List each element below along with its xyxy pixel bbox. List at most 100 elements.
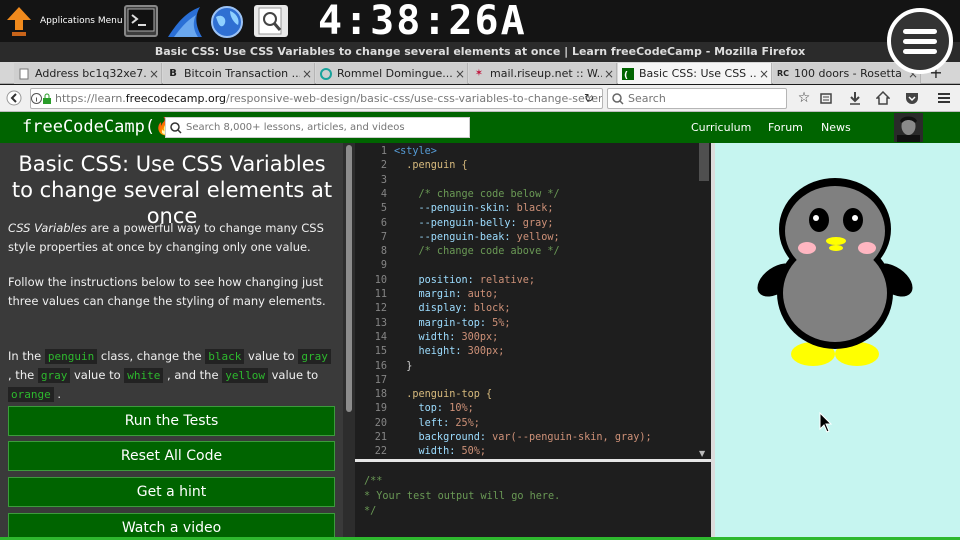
instr-text: value to <box>244 349 299 363</box>
code-line[interactable]: 15 height: 300px; <box>355 345 711 359</box>
close-icon[interactable]: × <box>453 67 467 81</box>
scroll-down-icon[interactable]: ▼ <box>699 449 705 458</box>
code-line[interactable]: 2 .penguin { <box>355 159 711 173</box>
globe-icon[interactable] <box>210 5 244 38</box>
fcc-search-box[interactable] <box>165 117 470 138</box>
code-line[interactable]: 13 margin-top: 5%; <box>355 317 711 331</box>
line-number: 18 <box>374 389 387 401</box>
tab-basic-css[interactable]: ( Basic CSS: Use CSS ... × <box>618 63 772 84</box>
reload-icon[interactable]: ↻ <box>580 89 598 107</box>
bookmark-star-icon[interactable]: ☆ <box>794 88 814 108</box>
code-penguin: penguin <box>44 349 98 364</box>
code-line[interactable]: 17 <box>355 374 711 388</box>
tab-bitcoin-transaction[interactable]: B Bitcoin Transaction ... × <box>163 63 315 84</box>
lesson-instructions: In the penguin class, change the black v… <box>8 347 338 404</box>
get-hint-button[interactable]: Get a hint <box>8 477 335 507</box>
close-icon[interactable]: × <box>602 67 616 81</box>
tab-address[interactable]: Address bc1q32xe7... × <box>14 63 162 84</box>
code-text: position: relative; <box>394 274 536 288</box>
instr-text: In the <box>8 349 45 363</box>
tab-rommel[interactable]: Rommel Domingue... × <box>316 63 468 84</box>
code-text: /* change code above */ <box>394 245 560 259</box>
code-line[interactable]: 16 } <box>355 360 711 374</box>
browser-menu-icon[interactable] <box>934 88 954 108</box>
search-files-icon[interactable] <box>254 5 288 37</box>
close-icon[interactable]: × <box>300 67 314 81</box>
url-path: /responsive-web-design/basic-css/use-css… <box>226 92 603 105</box>
riseup-star-icon: ✶ <box>474 68 484 79</box>
code-line[interactable]: 12 display: block; <box>355 302 711 316</box>
scrollbar-thumb[interactable] <box>699 143 709 181</box>
fcc-logo[interactable]: freeCodeCamp(🔥) <box>22 112 186 143</box>
code-line[interactable]: 19 top: 10%; <box>355 402 711 416</box>
line-number: 19 <box>374 403 387 415</box>
close-icon[interactable]: × <box>757 67 771 81</box>
code-token: /* change code above */ <box>394 246 560 258</box>
code-line[interactable]: 6 --penguin-belly: gray; <box>355 217 711 231</box>
line-number: 11 <box>374 289 387 300</box>
url-host: freecodecamp.org <box>125 92 227 105</box>
code-line[interactable]: 1 <style> <box>355 145 711 159</box>
intro-emphasis: CSS Variables <box>8 221 87 235</box>
search-input[interactable] <box>628 92 768 105</box>
run-tests-button[interactable]: Run the Tests <box>8 406 335 436</box>
browser-shark-icon[interactable] <box>166 5 202 37</box>
penguin-left-eye-shine <box>813 215 819 221</box>
tab-label: Rommel Domingue... <box>337 67 453 80</box>
scrollbar-thumb[interactable] <box>346 145 352 412</box>
code-line[interactable]: 8 /* change code above */ <box>355 245 711 259</box>
fcc-search-input[interactable] <box>186 122 466 133</box>
mouse-cursor-icon <box>819 411 833 434</box>
penguin-illustration <box>757 178 913 366</box>
reset-code-button[interactable]: Reset All Code <box>8 441 335 471</box>
code-gray: gray <box>298 349 331 364</box>
code-line[interactable]: 20 left: 25%; <box>355 417 711 431</box>
css-property: --penguin-beak: <box>394 231 511 243</box>
code-line[interactable]: 14 width: 300px; <box>355 331 711 345</box>
nav-news[interactable]: News <box>821 112 851 143</box>
nav-curriculum[interactable]: Curriculum <box>691 112 751 143</box>
lesson-intro: CSS Variables are a powerful way to chan… <box>8 219 338 257</box>
code-line[interactable]: 18 .penguin-top { <box>355 388 711 402</box>
url-bar[interactable]: https://learn. freecodecamp.org/responsiv… <box>30 88 603 109</box>
code-orange: orange <box>8 387 54 402</box>
download-arrow-icon[interactable] <box>845 88 865 108</box>
code-line[interactable]: 7 --penguin-beak: yellow; <box>355 231 711 245</box>
line-number: 20 <box>374 417 387 429</box>
back-arrow-icon[interactable] <box>4 88 24 108</box>
editor-scrollbar[interactable]: ▼ <box>697 143 711 460</box>
code-editor[interactable]: 1 <style> 2 .penguin {3 4 /* change code be… <box>355 143 711 460</box>
code-line[interactable]: 9 <box>355 259 711 273</box>
code-line[interactable]: 22 width: 50%; <box>355 445 711 459</box>
info-icon[interactable] <box>31 93 42 104</box>
css-property: margin-top: <box>394 317 487 329</box>
reading-list-icon[interactable] <box>816 88 836 108</box>
css-value: block; <box>467 303 511 315</box>
code-line[interactable]: 4 /* change code below */ <box>355 188 711 202</box>
circle-logo-icon <box>320 67 332 80</box>
applications-menu[interactable]: Applications Menu <box>6 4 123 38</box>
code-line[interactable]: 5 --penguin-skin: black; <box>355 202 711 216</box>
lesson-scrollbar[interactable] <box>343 143 355 540</box>
code-line[interactable]: 11 margin: auto; <box>355 288 711 302</box>
search-bar[interactable] <box>607 88 787 109</box>
code-white: white <box>124 368 164 383</box>
code-line[interactable]: 3 <box>355 174 711 188</box>
search-icon <box>612 92 624 105</box>
hamburger-menu-icon[interactable] <box>887 8 953 74</box>
code-line[interactable]: 21 background: var(--penguin-skin, gray)… <box>355 431 711 445</box>
avatar[interactable] <box>894 113 923 142</box>
line-number: 1 <box>380 146 387 157</box>
code-text: } <box>394 360 412 374</box>
close-icon[interactable]: × <box>147 67 161 81</box>
home-icon[interactable] <box>873 88 893 108</box>
nav-forum[interactable]: Forum <box>768 112 803 143</box>
lesson-panel: Basic CSS: Use CSS Variables to change s… <box>0 143 343 540</box>
pocket-icon[interactable] <box>902 88 922 108</box>
css-value: var(--penguin-skin, gray); <box>486 432 652 443</box>
code-line[interactable]: 10 position: relative; <box>355 274 711 288</box>
penguin-face <box>785 186 885 276</box>
tab-riseup-mail[interactable]: ✶ mail.riseup.net :: W... × <box>469 63 617 84</box>
terminal-icon[interactable] <box>124 5 158 37</box>
watch-video-button[interactable]: Watch a video <box>8 513 335 540</box>
